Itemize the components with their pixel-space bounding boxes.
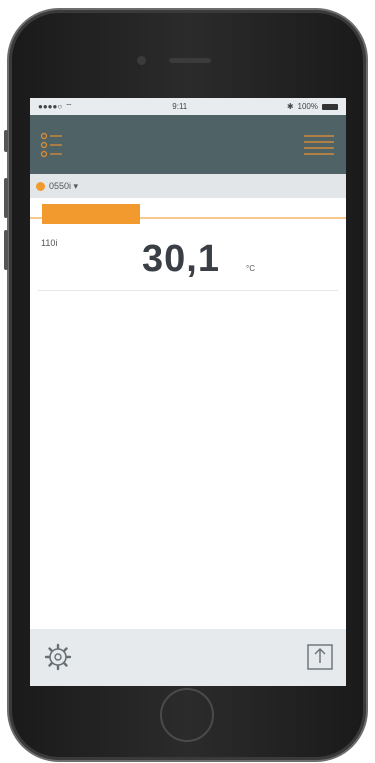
- home-button[interactable]: [160, 688, 214, 742]
- app-screen: ●●●●○ ⌔ 9:11 ✱ 100% 0550i ▾ 110i 30,1 °C: [30, 98, 346, 686]
- earpiece-speaker: [169, 58, 211, 63]
- reading-unit: °C: [246, 264, 255, 273]
- gear-icon[interactable]: [44, 643, 72, 671]
- mute-switch: [4, 130, 8, 152]
- reading-value: 30,1: [142, 238, 220, 280]
- carrier-signal: ●●●●○: [38, 102, 63, 111]
- volume-up-button: [4, 178, 8, 218]
- device-status-dot: [36, 181, 45, 191]
- volume-down-button: [4, 230, 8, 270]
- status-right: ✱ 100%: [287, 102, 338, 111]
- bottom-toolbar: [30, 629, 346, 686]
- bluetooth-icon: ✱: [286, 102, 294, 111]
- menu-icon[interactable]: [40, 131, 64, 159]
- list-view-icon[interactable]: [302, 133, 336, 155]
- phone-frame: ●●●●○ ⌔ 9:11 ✱ 100% 0550i ▾ 110i 30,1 °C: [4, 10, 366, 760]
- battery-icon: [321, 103, 338, 110]
- battery-percent: 100%: [297, 102, 318, 111]
- probe-label: 110i: [41, 238, 58, 248]
- status-bar: ●●●●○ ⌔ 9:11 ✱ 100%: [30, 98, 346, 115]
- status-left: ●●●●○ ⌔: [38, 102, 73, 112]
- progress-fill: [42, 204, 140, 224]
- export-icon[interactable]: [306, 641, 334, 671]
- device-name: 0550i ▾: [49, 180, 79, 191]
- front-camera: [137, 56, 146, 65]
- reading-row: 110i 30,1 °C: [38, 234, 338, 291]
- app-header: [30, 115, 346, 174]
- status-time: 9:11: [172, 102, 188, 111]
- measurement-progress: [30, 198, 346, 234]
- device-selector[interactable]: 0550i ▾: [30, 174, 346, 198]
- wifi-icon: ⌔: [65, 101, 73, 111]
